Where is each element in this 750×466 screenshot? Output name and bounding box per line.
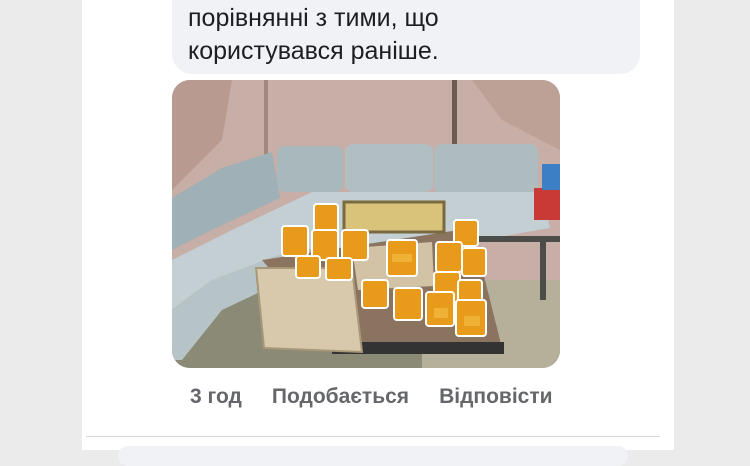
comment-text: порівнянні з тими, що користувався раніш… <box>188 4 439 65</box>
honey-photo-illustration <box>172 80 560 368</box>
comment-timestamp[interactable]: 3 год <box>190 385 242 409</box>
reply-button[interactable]: Відповісти <box>439 385 552 409</box>
comment-divider <box>86 436 660 437</box>
like-button[interactable]: Подобається <box>272 385 409 409</box>
comment-photo[interactable] <box>172 80 560 368</box>
comment-actions: 3 год Подобається Відповісти <box>190 382 553 412</box>
next-comment-bubble <box>118 446 628 466</box>
